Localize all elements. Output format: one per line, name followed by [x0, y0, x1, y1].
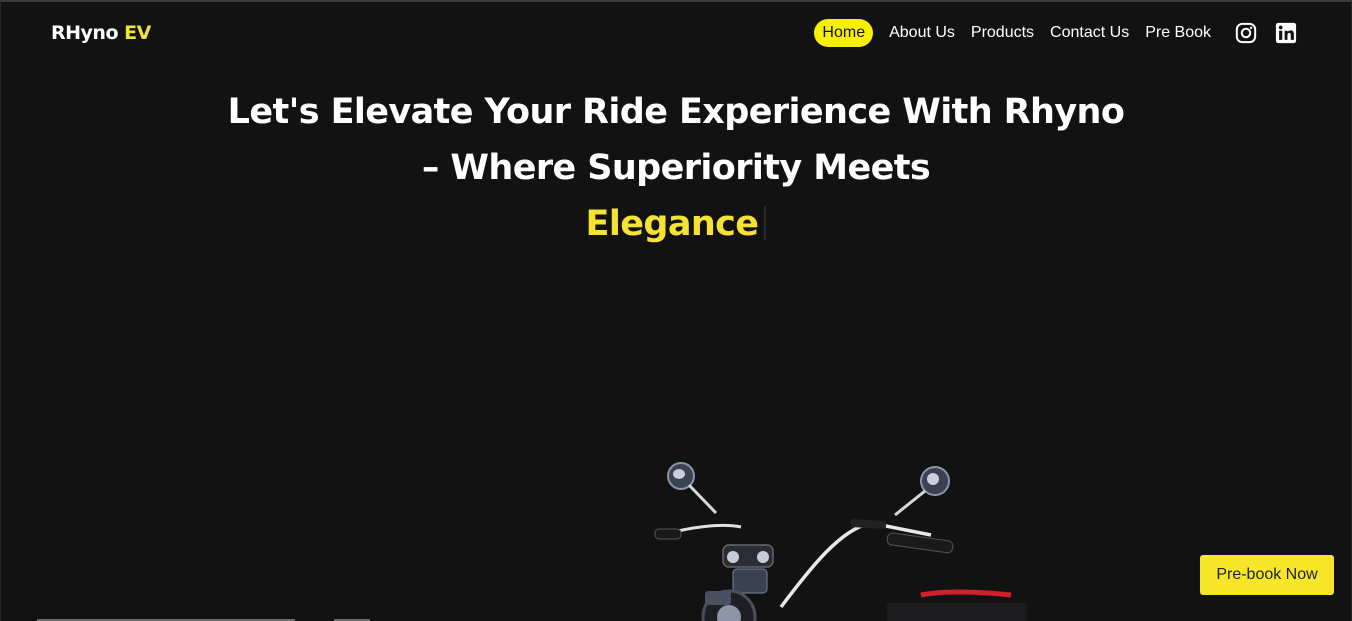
instagram-icon[interactable] [1233, 20, 1259, 46]
hero-headline-line-2: – Where Superiority Meets [421, 148, 931, 188]
nav-products[interactable]: Products [963, 20, 1042, 46]
nav-contact-us[interactable]: Contact Us [1042, 20, 1137, 46]
main-nav: Home About Us Products Contact Us Pre Bo… [814, 19, 1299, 47]
brand-accent: EV [124, 22, 151, 44]
nav-pre-book[interactable]: Pre Book [1137, 20, 1219, 46]
typing-caret [764, 206, 767, 240]
page: RHyno EV Home About Us Products Contact … [0, 0, 1352, 621]
nav-home[interactable]: Home [814, 19, 874, 47]
hero-section: Let's Elevate Your Ride Experience With … [1, 84, 1351, 252]
nav-about-us[interactable]: About Us [881, 20, 963, 46]
brand-name: RHyno [51, 22, 119, 44]
hero-accent-word: Elegance [585, 204, 760, 244]
prebook-now-button[interactable]: Pre-book Now [1200, 555, 1334, 595]
scooter-image [654, 462, 1027, 621]
linkedin-icon[interactable] [1273, 20, 1299, 46]
brand-logo[interactable]: RHyno EV [51, 22, 151, 44]
hero-headline-line-1: Let's Elevate Your Ride Experience With … [227, 92, 1125, 132]
